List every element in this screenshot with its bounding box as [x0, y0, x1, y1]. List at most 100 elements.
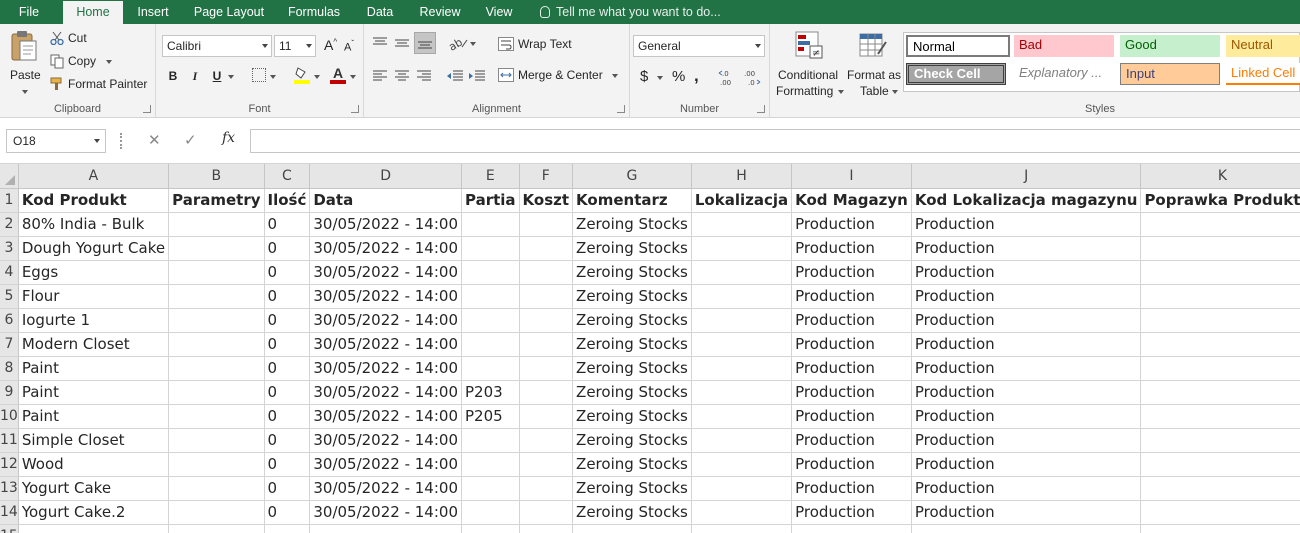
formula-bar-grip[interactable]	[120, 133, 122, 149]
cell-a7[interactable]: Modern Closet	[18, 332, 170, 357]
font-color-button[interactable]: A	[330, 65, 346, 86]
cell-j4[interactable]: Production	[911, 260, 1142, 285]
cell-i7[interactable]: Production	[791, 332, 912, 357]
cell-d8[interactable]: 30/05/2022 - 14:00	[309, 356, 462, 381]
cell-i15[interactable]	[791, 524, 912, 533]
borders-dropdown-icon[interactable]	[270, 75, 276, 79]
row-header[interactable]: 5	[0, 284, 19, 309]
percent-button[interactable]: %	[672, 68, 685, 85]
column-header-k[interactable]: K	[1140, 164, 1300, 189]
fill-color-dropdown-icon[interactable]	[314, 75, 320, 79]
cell-k6[interactable]	[1140, 308, 1300, 333]
cell-b9[interactable]	[168, 380, 265, 405]
cell-b6[interactable]	[168, 308, 265, 333]
row-header[interactable]: 14	[0, 500, 19, 525]
orientation-dropdown-icon[interactable]	[470, 42, 476, 46]
style-neutral[interactable]: Neutral	[1226, 35, 1300, 57]
borders-button[interactable]	[252, 68, 266, 82]
align-bottom-button[interactable]	[414, 32, 436, 54]
cell-d14[interactable]: 30/05/2022 - 14:00	[309, 500, 462, 525]
cell-h8[interactable]	[691, 356, 793, 381]
insert-function-icon[interactable]: fx	[222, 130, 235, 146]
cell-e1[interactable]: Partia	[461, 188, 520, 213]
cell-j10[interactable]: Production	[911, 404, 1142, 429]
tab-file[interactable]: File	[0, 0, 58, 24]
cell-g15[interactable]	[572, 524, 692, 533]
tab-review[interactable]: Review	[410, 0, 470, 24]
tell-me-search[interactable]: Tell me what you want to do...	[540, 0, 721, 24]
decrease-font-size-icon[interactable]: Aˇ	[344, 39, 354, 54]
cell-h15[interactable]	[691, 524, 793, 533]
cell-j11[interactable]: Production	[911, 428, 1142, 453]
cell-h3[interactable]	[691, 236, 793, 261]
cell-b8[interactable]	[168, 356, 265, 381]
cell-h6[interactable]	[691, 308, 793, 333]
cell-k3[interactable]	[1140, 236, 1300, 261]
column-header-d[interactable]: D	[309, 164, 462, 189]
currency-button[interactable]: $	[640, 68, 648, 85]
cell-i11[interactable]: Production	[791, 428, 912, 453]
cell-k15[interactable]	[1140, 524, 1300, 533]
font-size-dropdown[interactable]: 11	[274, 35, 316, 57]
cell-e6[interactable]	[461, 308, 520, 333]
number-format-dropdown[interactable]: General	[633, 35, 765, 57]
bold-button[interactable]: B	[164, 66, 182, 86]
tab-formulas[interactable]: Formulas	[280, 0, 348, 24]
cell-g6[interactable]: Zeroing Stocks	[572, 308, 692, 333]
cell-f10[interactable]	[519, 404, 574, 429]
cell-i9[interactable]: Production	[791, 380, 912, 405]
format-painter-button[interactable]: Format Painter	[50, 76, 154, 94]
format-as-table-button[interactable]: Format as Table	[846, 28, 902, 98]
formula-input[interactable]	[250, 129, 1300, 153]
cell-a1[interactable]: Kod Produkt	[18, 188, 170, 213]
cell-e8[interactable]	[461, 356, 520, 381]
cell-i4[interactable]: Production	[791, 260, 912, 285]
cell-k5[interactable]	[1140, 284, 1300, 309]
cell-k1[interactable]: Poprawka Produkt	[1140, 188, 1300, 213]
cell-i13[interactable]: Production	[791, 476, 912, 501]
cell-c6[interactable]: 0	[264, 308, 311, 333]
cell-i10[interactable]: Production	[791, 404, 912, 429]
row-header[interactable]: 2	[0, 212, 19, 237]
style-good[interactable]: Good	[1120, 35, 1220, 57]
cell-b14[interactable]	[168, 500, 265, 525]
select-all-button[interactable]	[0, 164, 19, 189]
conditional-formatting-button[interactable]: ≠ Conditional Formatting	[772, 28, 844, 98]
italic-button[interactable]: I	[186, 66, 204, 86]
cell-f15[interactable]	[519, 524, 574, 533]
style-normal[interactable]: Normal	[906, 35, 1010, 57]
cell-g8[interactable]: Zeroing Stocks	[572, 356, 692, 381]
font-name-dropdown[interactable]: Calibri	[162, 35, 272, 57]
style-bad[interactable]: Bad	[1014, 35, 1114, 57]
row-header[interactable]: 1	[0, 188, 19, 213]
name-box[interactable]: O18	[6, 129, 106, 153]
cell-b5[interactable]	[168, 284, 265, 309]
style-explanatory[interactable]: Explanatory ...	[1014, 63, 1114, 85]
cancel-icon[interactable]: ✕	[148, 131, 161, 149]
underline-dropdown-icon[interactable]	[228, 75, 234, 79]
merge-center-button[interactable]: Merge & Center	[498, 67, 624, 85]
align-middle-icon[interactable]	[394, 36, 410, 50]
alignment-launcher-icon[interactable]	[617, 105, 625, 113]
cell-d1[interactable]: Data	[309, 188, 462, 213]
cell-k9[interactable]	[1140, 380, 1300, 405]
tab-page-layout[interactable]: Page Layout	[186, 0, 272, 24]
cell-c12[interactable]: 0	[264, 452, 311, 477]
cell-h14[interactable]	[691, 500, 793, 525]
cell-a6[interactable]: Iogurte 1	[18, 308, 170, 333]
cell-b13[interactable]	[168, 476, 265, 501]
cell-e15[interactable]	[461, 524, 520, 533]
fill-color-button[interactable]	[294, 66, 310, 86]
cell-f6[interactable]	[519, 308, 574, 333]
cell-f1[interactable]: Koszt	[519, 188, 574, 213]
cell-b7[interactable]	[168, 332, 265, 357]
align-center-icon[interactable]	[394, 70, 410, 82]
column-header-i[interactable]: I	[791, 164, 912, 189]
tab-view[interactable]: View	[476, 0, 522, 24]
style-input[interactable]: Input	[1120, 63, 1220, 85]
cell-e14[interactable]	[461, 500, 520, 525]
paste-button[interactable]: Paste	[4, 28, 44, 94]
cell-i14[interactable]: Production	[791, 500, 912, 525]
cell-j15[interactable]	[911, 524, 1142, 533]
cell-e13[interactable]	[461, 476, 520, 501]
